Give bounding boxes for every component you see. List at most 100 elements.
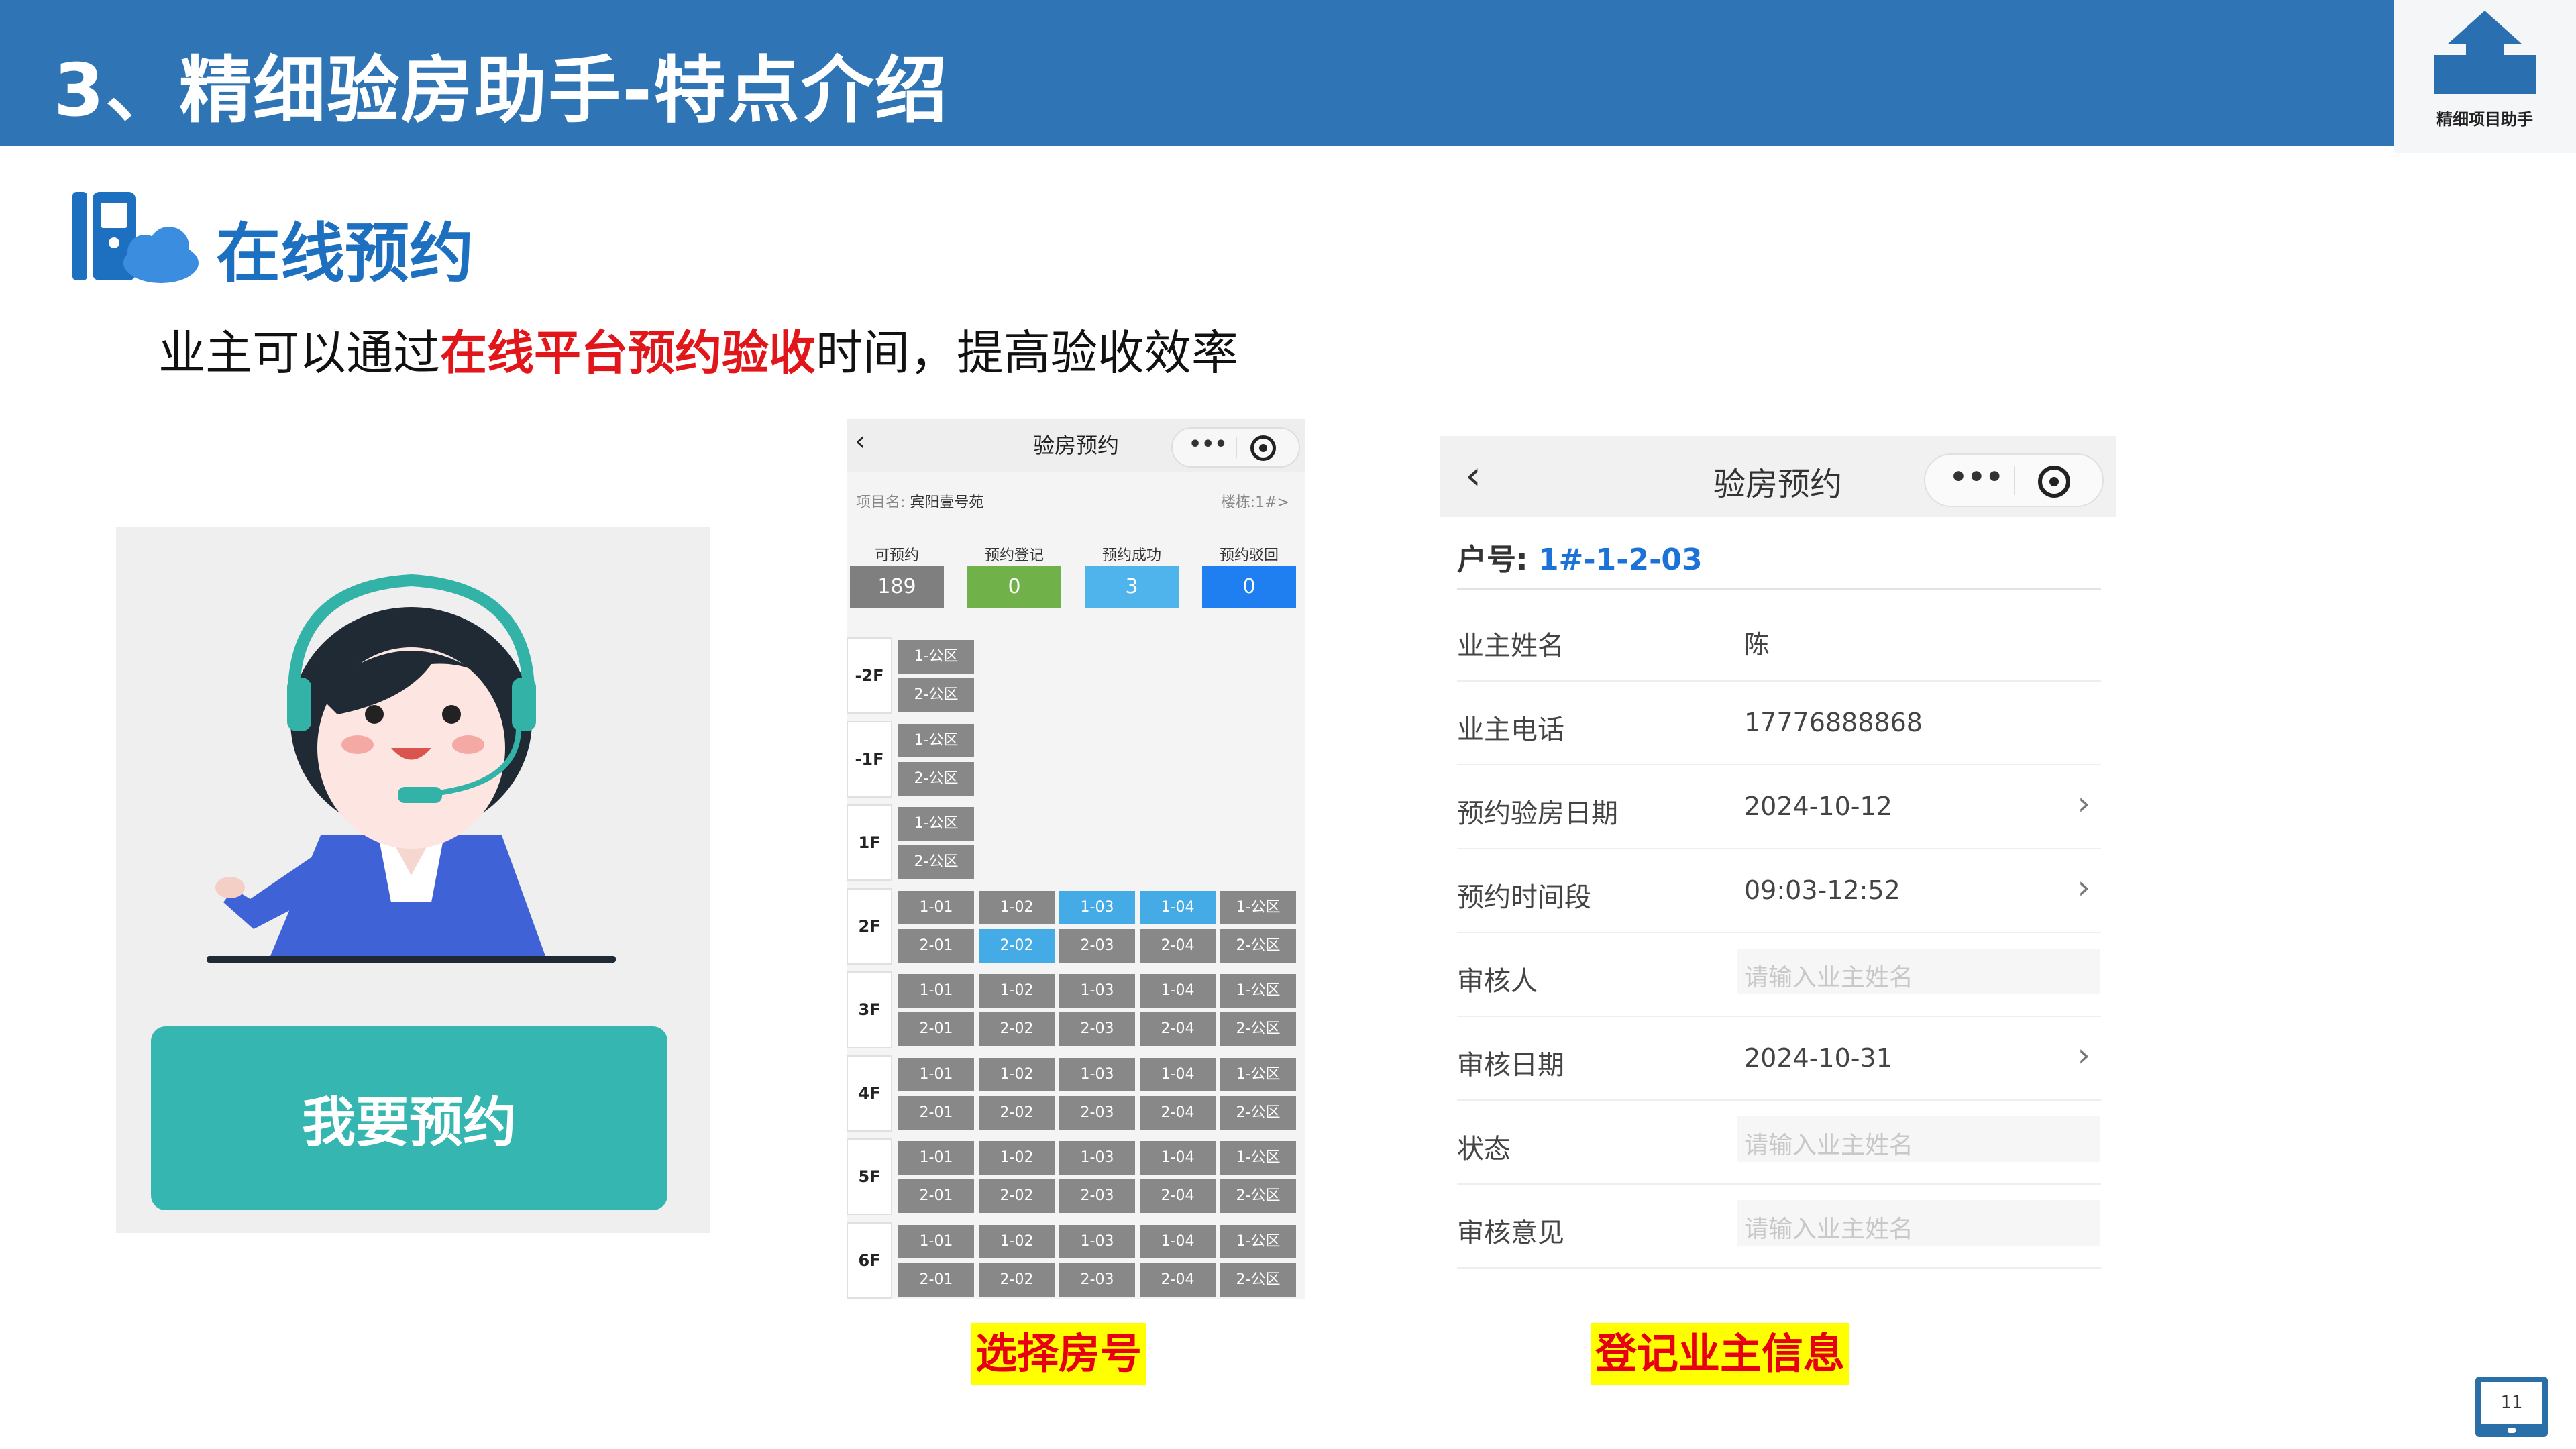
book-now-button[interactable]: 我要预约 [151,1026,667,1210]
room-cell[interactable]: 2-02 [979,928,1055,963]
floor-row: -1F 1-公区 2-公区 [847,720,1305,798]
room-cell[interactable]: 2-01 [898,1012,974,1046]
room-cell[interactable]: 2-公区 [898,761,974,796]
room-cell[interactable]: 1-02 [979,1224,1055,1258]
room-cell[interactable]: 2-03 [1059,1263,1135,1297]
room-cell[interactable]: 2-公区 [1220,1263,1296,1297]
room-cell[interactable]: 1-01 [898,1224,974,1258]
room-cell[interactable]: 1-04 [1140,1057,1216,1091]
chevron-right-icon[interactable]: › [2078,869,2090,906]
room-cell[interactable]: 2-公区 [1220,1095,1296,1130]
room-cell[interactable]: 2-03 [1059,1095,1135,1130]
room-cell[interactable]: 1-公区 [898,640,974,674]
room-cell[interactable]: 1-公区 [1220,974,1296,1008]
caption-select-room: 选择房号 [971,1323,1146,1385]
room-cell[interactable]: 2-03 [1059,928,1135,963]
room-cell[interactable]: 1-04 [1140,890,1216,924]
room-cell[interactable]: 2-公区 [1220,1012,1296,1046]
room-cell[interactable]: 2-01 [898,928,974,963]
form-row[interactable]: 审核意见 请输入业主姓名 [1457,1184,2101,1269]
room-cell[interactable]: 1-02 [979,1057,1055,1091]
room-cell[interactable]: 1-02 [979,974,1055,1008]
room-cell[interactable]: 1-02 [979,1141,1055,1175]
room-cell[interactable]: 2-01 [898,1263,974,1297]
stat-label: 预约登记 [984,547,1044,564]
field-input[interactable]: 请输入业主姓名 [1737,949,2100,994]
room-cell[interactable]: 1-02 [979,890,1055,924]
room-cell[interactable]: 2-04 [1140,1263,1216,1297]
room-cell[interactable]: 2-02 [979,1012,1055,1046]
form-row[interactable]: 预约时间段 09:03-12:52 › [1457,849,2101,933]
room-cell[interactable]: 1-04 [1140,1141,1216,1175]
floor-row: 4F 1-01 1-02 1-03 1-04 1-公区 2-01 2-02 2-03 2-04 2-… [847,1055,1305,1132]
room-cell[interactable]: 2-01 [898,1095,974,1130]
room-cell[interactable]: 1-公区 [1220,1057,1296,1091]
project-info-row: 项目名: 宾阳壹号苑 楼栋:1#> [847,486,1305,513]
room-cell[interactable]: 1-03 [1059,1141,1135,1175]
field-label: 预约时间段 [1457,882,1591,913]
miniapp-capsule[interactable]: ••• [1924,453,2104,507]
stat-value: 0 [967,566,1061,608]
room-cell[interactable]: 2-04 [1140,1179,1216,1213]
room-cell[interactable]: 2-公区 [1220,928,1296,963]
field-value: 17776888868 [1744,708,1923,737]
room-cell[interactable]: 1-01 [898,1141,974,1175]
owner-form-screenshot: ‹ 验房预约 ••• 户号: 1#-1-2-03 业主姓名 陈业主电话 177768… [1440,436,2116,1269]
form-row[interactable]: 预约验房日期 2024-10-12 › [1457,765,2101,849]
chevron-right-icon[interactable]: › [2078,1036,2090,1074]
miniapp-capsule[interactable]: ••• [1171,427,1300,468]
close-target-icon[interactable] [2038,466,2070,498]
floor-row: 5F 1-01 1-02 1-03 1-04 1-公区 2-01 2-02 2-03 2-04 2-… [847,1138,1305,1215]
more-dots-icon[interactable]: ••• [1189,433,1228,456]
form-row[interactable]: 业主姓名 陈 [1457,597,2101,682]
close-target-icon[interactable] [1250,435,1276,461]
field-label: 业主姓名 [1457,631,1564,661]
room-cell[interactable]: 1-03 [1059,974,1135,1008]
room-cell[interactable]: 2-公区 [1220,1179,1296,1213]
room-cell[interactable]: 2-02 [979,1179,1055,1213]
section-title: 在线预约 [216,216,474,291]
brand-logo: 精细项目助手 [2394,0,2576,153]
room-cell[interactable]: 1-01 [898,1057,974,1091]
room-cell[interactable]: 1-04 [1140,1224,1216,1258]
room-cell[interactable]: 1-01 [898,890,974,924]
floor-label: -2F [847,637,892,714]
nav-bar: ‹ 验房预约 ••• [847,419,1305,472]
room-cell[interactable]: 2-02 [979,1095,1055,1130]
room-cell[interactable]: 1-公区 [1220,1141,1296,1175]
room-cell[interactable]: 1-04 [1140,974,1216,1008]
field-label: 审核人 [1457,966,1538,997]
floor-label: 3F [847,971,892,1048]
room-cell[interactable]: 2-01 [898,1179,974,1213]
room-cell[interactable]: 1-公区 [1220,890,1296,924]
description-text: 业主可以通过在线平台预约验收时间，提高验收效率 [158,325,1238,380]
room-cell[interactable]: 2-03 [1059,1179,1135,1213]
stat-label: 可预约 [874,547,919,564]
room-cell[interactable]: 1-公区 [898,807,974,841]
room-cell[interactable]: 1-公区 [1220,1224,1296,1258]
room-cell[interactable]: 1-公区 [898,723,974,757]
form-row[interactable]: 业主电话 17776888868 [1457,681,2101,765]
chevron-right-icon[interactable]: › [2078,785,2090,822]
room-cell[interactable]: 1-01 [898,974,974,1008]
room-cell[interactable]: 2-04 [1140,1095,1216,1130]
room-cell[interactable]: 2-公区 [898,845,974,879]
room-cell[interactable]: 1-03 [1059,1057,1135,1091]
customer-service-agent-illustration [207,574,616,963]
room-cell[interactable]: 1-03 [1059,890,1135,924]
form-row[interactable]: 状态 请输入业主姓名 [1457,1100,2101,1185]
room-cell[interactable]: 2-03 [1059,1012,1135,1046]
room-cell[interactable]: 1-03 [1059,1224,1135,1258]
form-row[interactable]: 审核日期 2024-10-31 › [1457,1016,2101,1101]
room-cell[interactable]: 2-02 [979,1263,1055,1297]
field-input[interactable]: 请输入业主姓名 [1737,1116,2100,1162]
floor-row: 1F 1-公区 2-公区 [847,804,1305,881]
room-cell[interactable]: 2-公区 [898,678,974,712]
more-dots-icon[interactable]: ••• [1949,460,2004,493]
form-row[interactable]: 审核人 请输入业主姓名 [1457,932,2101,1017]
room-cell[interactable]: 2-04 [1140,1012,1216,1046]
project-name: 宾阳壹号苑 [910,494,984,511]
field-input[interactable]: 请输入业主姓名 [1737,1200,2100,1246]
room-cell[interactable]: 2-04 [1140,928,1216,963]
building-selector[interactable]: 楼栋:1#> [1221,490,1289,512]
